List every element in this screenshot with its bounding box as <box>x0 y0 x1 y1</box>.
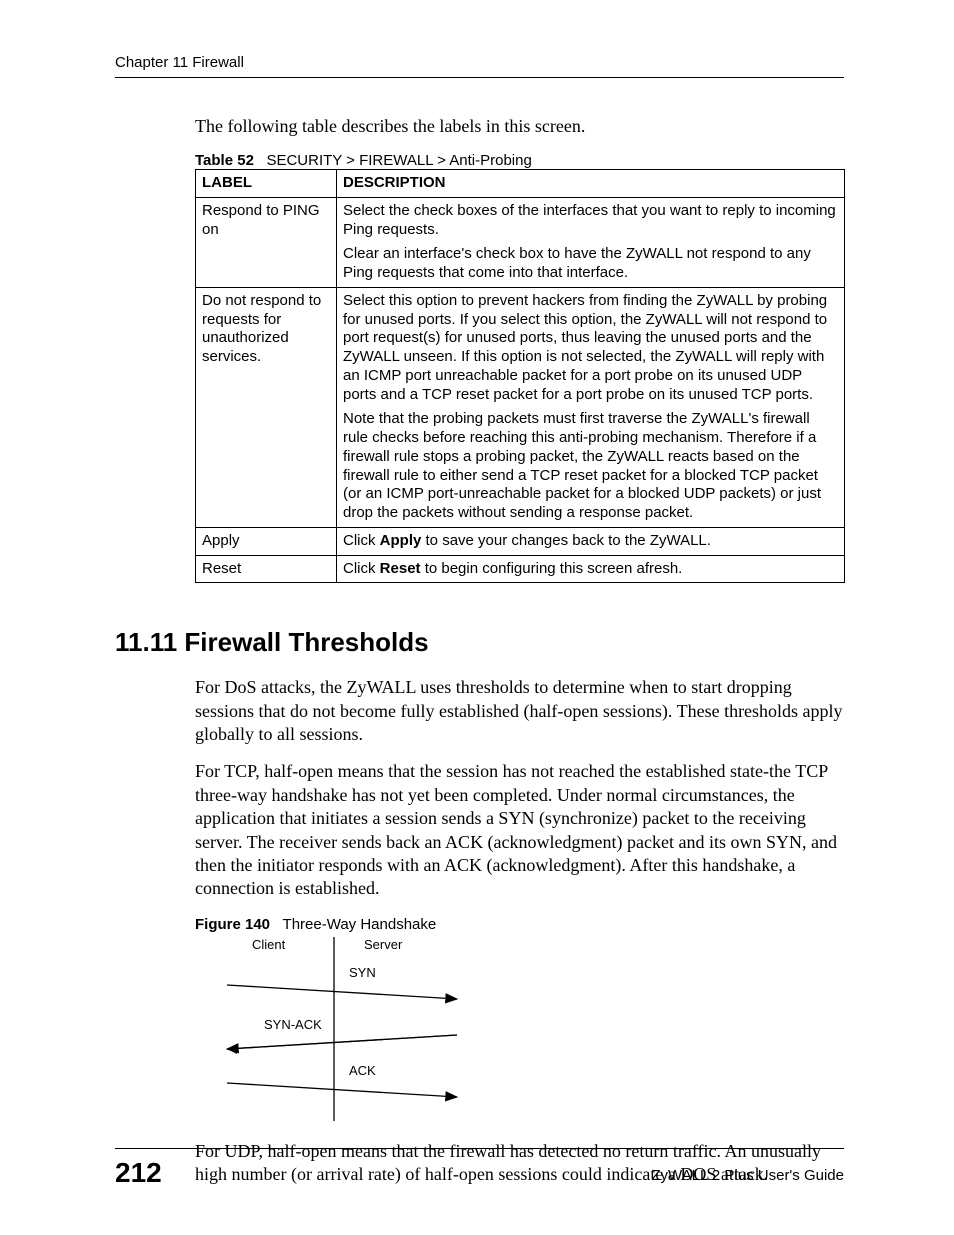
page: Chapter 11 Firewall The following table … <box>0 0 954 1235</box>
guide-title: ZyWALL 2 Plus User's Guide <box>651 1167 844 1184</box>
table-row: Do not respond to requests for unauthori… <box>196 287 845 527</box>
desc-bold: Apply <box>380 532 422 549</box>
label-syn: SYN <box>349 965 376 980</box>
running-header: Chapter 11 Firewall <box>115 54 844 78</box>
table-row: Apply Click Apply to save your changes b… <box>196 527 845 555</box>
body-paragraph: For TCP, half-open means that the sessio… <box>195 760 844 900</box>
label-ack: ACK <box>349 1063 376 1078</box>
desc-text: Clear an interface's check box to have t… <box>343 245 838 283</box>
table-number: Table 52 <box>195 152 254 169</box>
table-caption: Table 52 SECURITY > FIREWALL > Anti-Prob… <box>195 152 844 169</box>
label-server: Server <box>364 937 403 952</box>
desc-text: to begin configuring this screen afresh. <box>421 560 683 577</box>
desc-text: Note that the probing packets must first… <box>343 410 838 523</box>
page-footer: 212 ZyWALL 2 Plus User's Guide <box>115 1148 844 1189</box>
cell-label: Respond to PING on <box>196 197 337 287</box>
col-header-description: DESCRIPTION <box>337 170 845 198</box>
description-table: LABEL DESCRIPTION Respond to PING on Sel… <box>195 169 845 583</box>
cell-description: Click Apply to save your changes back to… <box>337 527 845 555</box>
desc-text: Select the check boxes of the interfaces… <box>343 202 838 240</box>
desc-text: to save your changes back to the ZyWALL. <box>421 532 711 549</box>
figure-caption: Figure 140 Three-Way Handshake <box>195 916 844 933</box>
col-header-label: LABEL <box>196 170 337 198</box>
figure-caption-text: Three-Way Handshake <box>283 916 437 933</box>
table-row: Reset Click Reset to begin configuring t… <box>196 555 845 583</box>
table-header-row: LABEL DESCRIPTION <box>196 170 845 198</box>
cell-label: Do not respond to requests for unauthori… <box>196 287 337 527</box>
cell-description: Click Reset to begin configuring this sc… <box>337 555 845 583</box>
desc-text: Select this option to prevent hackers fr… <box>343 292 838 405</box>
cell-label: Apply <box>196 527 337 555</box>
desc-text: Click <box>343 532 380 549</box>
handshake-diagram: Client Server SYN SYN-ACK ACK <box>219 935 479 1125</box>
label-client: Client <box>252 937 286 952</box>
section-heading: 11.11 Firewall Thresholds <box>115 627 844 658</box>
table-caption-text: SECURITY > FIREWALL > Anti-Probing <box>266 152 531 169</box>
intro-paragraph: The following table describes the labels… <box>195 116 844 137</box>
cell-label: Reset <box>196 555 337 583</box>
label-syn-ack: SYN-ACK <box>264 1017 322 1032</box>
body-paragraph: For DoS attacks, the ZyWALL uses thresho… <box>195 676 844 746</box>
table-row: Respond to PING on Select the check boxe… <box>196 197 845 287</box>
desc-text: Click <box>343 560 380 577</box>
figure-number: Figure 140 <box>195 916 270 933</box>
cell-description: Select this option to prevent hackers fr… <box>337 287 845 527</box>
page-number: 212 <box>115 1157 162 1189</box>
cell-description: Select the check boxes of the interfaces… <box>337 197 845 287</box>
figure-three-way-handshake: Client Server SYN SYN-ACK ACK <box>219 935 844 1130</box>
desc-bold: Reset <box>380 560 421 577</box>
